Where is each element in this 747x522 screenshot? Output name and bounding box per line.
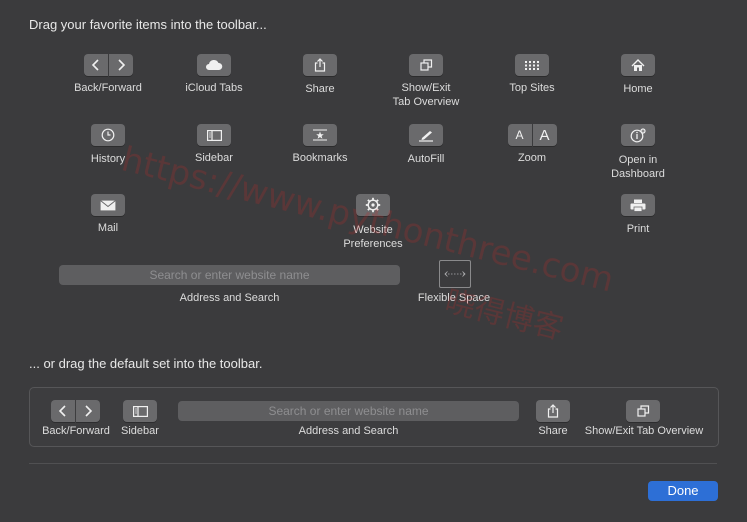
default-sidebar-button[interactable] bbox=[123, 400, 157, 422]
default-back-forward-label: Back/Forward bbox=[42, 425, 110, 437]
customize-toolbar-sheet: Drag your favorite items into the toolba… bbox=[0, 0, 747, 522]
default-share-label: Share bbox=[538, 425, 568, 437]
chevron-left-icon bbox=[51, 400, 75, 422]
item-autofill[interactable]: AutoFill bbox=[371, 124, 481, 166]
default-sidebar-label: Sidebar bbox=[121, 425, 159, 437]
tabs-icon bbox=[409, 54, 443, 76]
item-print[interactable]: Print bbox=[583, 194, 693, 236]
item-label: Open in Dashboard bbox=[611, 153, 665, 180]
item-label: Sidebar bbox=[195, 152, 233, 164]
default-tab-overview-button[interactable] bbox=[626, 400, 660, 422]
chevron-left-icon bbox=[83, 54, 108, 76]
item-sidebar[interactable]: Sidebar bbox=[159, 124, 269, 165]
flexible-space-arrows-icon bbox=[444, 271, 466, 277]
item-label: Print bbox=[626, 222, 650, 235]
done-button[interactable]: Done bbox=[648, 481, 718, 501]
pen-icon bbox=[409, 124, 443, 146]
address-search-label: Address and Search bbox=[179, 292, 280, 304]
item-label: Back/Forward bbox=[74, 82, 142, 94]
sidebar-icon bbox=[197, 124, 231, 146]
item-label: Show/Exit Tab Overview bbox=[392, 82, 460, 108]
item-label: Home bbox=[623, 82, 653, 95]
item-back-forward[interactable]: Back/Forward bbox=[53, 54, 163, 95]
item-icloud-tabs[interactable]: iCloud Tabs bbox=[159, 54, 269, 95]
chevron-right-icon bbox=[76, 400, 100, 422]
item-share[interactable]: Share bbox=[265, 54, 375, 96]
star-icon bbox=[303, 124, 337, 146]
cloud-icon bbox=[197, 54, 231, 76]
item-history[interactable]: History bbox=[53, 124, 163, 166]
item-top-sites[interactable]: Top Sites bbox=[477, 54, 587, 95]
flexible-space-item[interactable] bbox=[439, 260, 471, 288]
printer-icon bbox=[621, 194, 655, 216]
dashboard-icon bbox=[621, 124, 655, 146]
share-icon bbox=[303, 54, 337, 76]
zoom-in-button[interactable]: A bbox=[532, 124, 557, 146]
default-address-search-label: Address and Search bbox=[298, 425, 399, 437]
item-label: Zoom bbox=[517, 152, 547, 164]
address-search-field[interactable]: Search or enter website name bbox=[59, 265, 400, 285]
sidebar-icon bbox=[132, 405, 148, 417]
divider bbox=[29, 463, 717, 464]
chevron-right-icon bbox=[108, 54, 133, 76]
default-back-forward-segment[interactable] bbox=[51, 400, 100, 422]
item-mail[interactable]: Mail bbox=[53, 194, 163, 235]
default-tab-overview-label: Show/Exit Tab Overview bbox=[584, 425, 704, 437]
flexible-space-label: Flexible Space bbox=[417, 292, 491, 304]
item-label: Mail bbox=[97, 222, 119, 234]
item-home[interactable]: Home bbox=[583, 54, 693, 96]
item-show-exit-tab-overview[interactable]: Show/Exit Tab Overview bbox=[371, 54, 481, 109]
item-label: Website Preferences bbox=[343, 224, 403, 250]
zoom-out-button[interactable]: A bbox=[507, 124, 532, 146]
default-address-search-field[interactable]: Search or enter website name bbox=[178, 401, 519, 421]
item-label: Top Sites bbox=[509, 82, 555, 94]
gear-icon bbox=[356, 194, 390, 216]
item-label: AutoFill bbox=[407, 152, 445, 165]
default-share-button[interactable] bbox=[536, 400, 570, 422]
item-bookmarks[interactable]: Bookmarks bbox=[265, 124, 375, 165]
zoom-segment[interactable]: A A bbox=[507, 124, 557, 146]
back-forward-segment[interactable] bbox=[83, 54, 133, 76]
share-icon bbox=[547, 404, 559, 418]
item-zoom[interactable]: A A Zoom bbox=[477, 124, 587, 165]
home-icon bbox=[621, 54, 655, 76]
item-label: Share bbox=[305, 83, 335, 95]
item-label: History bbox=[90, 153, 126, 165]
tabs-icon bbox=[636, 405, 649, 417]
item-label: Bookmarks bbox=[292, 152, 348, 164]
envelope-icon bbox=[91, 194, 125, 216]
clock-icon bbox=[91, 124, 125, 146]
item-website-preferences[interactable]: Website Preferences bbox=[318, 194, 428, 251]
grid-icon bbox=[515, 54, 549, 76]
item-open-in-dashboard[interactable]: Open in Dashboard bbox=[583, 124, 693, 181]
heading-default-set: ... or drag the default set into the too… bbox=[29, 356, 263, 371]
item-label: iCloud Tabs bbox=[185, 82, 243, 94]
heading-favorites: Drag your favorite items into the toolba… bbox=[29, 17, 267, 32]
